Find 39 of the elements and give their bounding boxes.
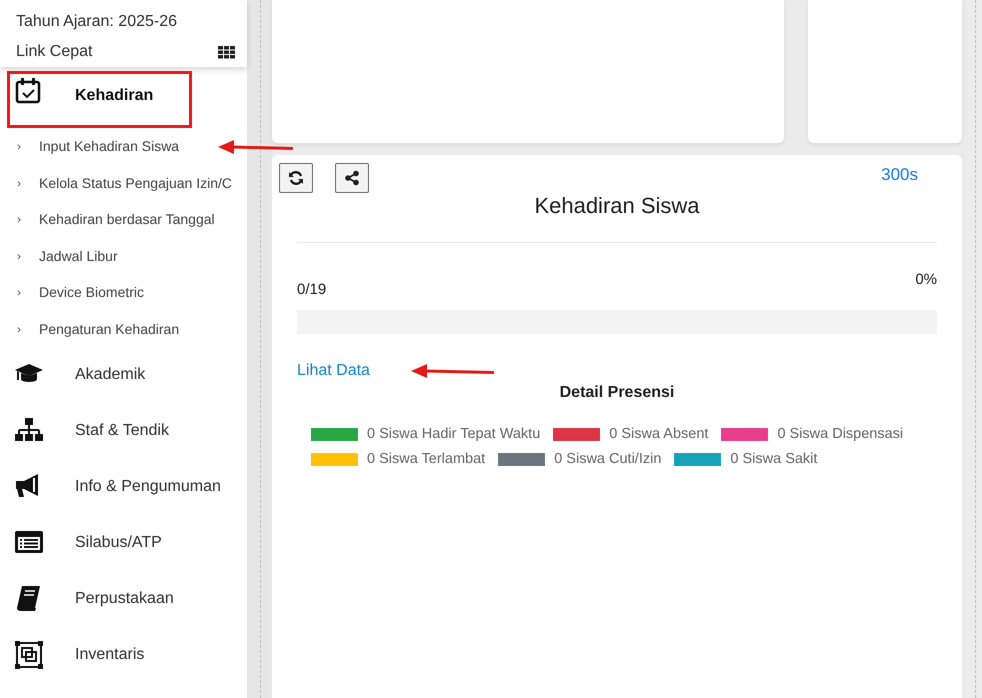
frame-icon xyxy=(14,640,44,670)
submenu-item[interactable]: Kehadiran berdasar Tanggal xyxy=(39,211,215,228)
chevron-icon: › xyxy=(17,322,25,336)
legend-label: 0 Siswa Sakit xyxy=(730,451,818,467)
menu-item[interactable]: Akademik xyxy=(0,347,247,403)
share-icon xyxy=(344,170,360,186)
legend-label: 0 Siswa Dispensasi xyxy=(777,426,904,442)
legend-label: 0 Siswa Hadir Tepat Waktu xyxy=(367,426,540,442)
menu-item[interactable]: Info & Pengumuman xyxy=(0,459,247,515)
submenu-item[interactable]: Pengaturan Kehadiran xyxy=(39,320,180,337)
quick-link-label[interactable]: Link Cepat xyxy=(16,43,92,61)
submenu-item[interactable]: Input Kehadiran Siswa xyxy=(39,138,180,154)
legend-label: 0 Siswa Cuti/Izin xyxy=(554,451,662,467)
menu-item[interactable]: Inventaris xyxy=(0,627,247,683)
submenu-item[interactable]: Device Biometric xyxy=(39,284,144,300)
chevron-icon: › xyxy=(17,176,25,190)
refresh-button[interactable] xyxy=(279,163,313,193)
menu-item[interactable]: Staf & Tendik xyxy=(0,403,247,459)
highlighted-menu-item[interactable]: Kehadiran xyxy=(7,71,192,128)
refresh-timer: 300s xyxy=(881,165,918,185)
legend-label: 0 Siswa Absent xyxy=(609,426,708,442)
card-title: Kehadiran Siswa xyxy=(297,193,937,243)
submenu-item[interactable]: Kelola Status Pengajuan Izin/C xyxy=(39,174,232,191)
grid-icon[interactable] xyxy=(218,46,235,58)
detail-title: Detail Presensi xyxy=(558,384,676,402)
chevron-icon: › xyxy=(17,212,25,226)
view-data-link[interactable]: Lihat Data xyxy=(297,362,370,380)
attendance-percent: 0% xyxy=(915,271,937,290)
chevron-icon: › xyxy=(17,248,25,263)
chevron-icon: › xyxy=(17,139,25,154)
academic-year: Tahun Ajaran: 2025-26 xyxy=(16,13,178,31)
submenu-item[interactable]: Jadwal Libur xyxy=(39,248,118,264)
legend-label: 0 Siswa Terlambat xyxy=(367,451,486,467)
menu-item[interactable]: Perpustakaan xyxy=(0,571,247,627)
share-button[interactable] xyxy=(335,163,369,193)
chevron-icon: › xyxy=(17,285,25,300)
menu-item[interactable]: Silabus/ATP xyxy=(0,515,247,571)
refresh-icon xyxy=(288,170,304,186)
attendance-count: 0/19 xyxy=(297,281,326,298)
